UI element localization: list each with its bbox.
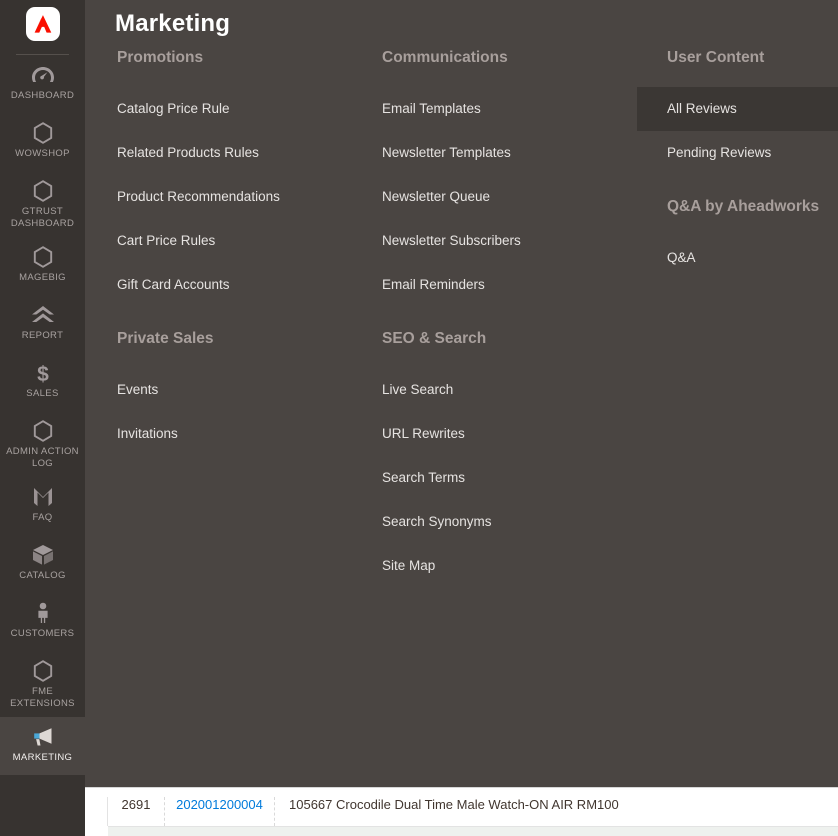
table-row[interactable]: 2691 202001200004 105667 Crocodile Dual … <box>85 788 838 826</box>
hexagon-icon <box>33 122 53 144</box>
sidebar-item-label: FAQ <box>32 512 53 523</box>
sidebar-item-report[interactable]: Report <box>0 295 85 353</box>
grid-footer <box>108 826 838 836</box>
sidebar-item-label: Customers <box>10 628 75 639</box>
menu-item[interactable]: Site Map <box>380 544 630 588</box>
sidebar-item-label: Report <box>21 330 64 341</box>
menu-item[interactable]: Newsletter Templates <box>380 131 630 175</box>
sidebar-item-fme-extensions[interactable]: FME Extensions <box>0 651 85 717</box>
menu-group-title: Communications <box>382 49 508 66</box>
page-title: Marketing <box>115 10 231 37</box>
dollar-icon: $ <box>35 362 51 384</box>
sidebar-item-dashboard[interactable]: Dashboard <box>0 55 85 113</box>
menu-item[interactable]: URL Rewrites <box>380 412 630 456</box>
menu-item[interactable]: Catalog Price Rule <box>115 87 365 131</box>
svg-text:$: $ <box>37 363 49 384</box>
hexagon-icon <box>33 180 53 202</box>
sidebar-item-faq[interactable]: FAQ <box>0 477 85 535</box>
sidebar-item-label: Wowshop <box>15 148 70 159</box>
person-icon <box>35 602 51 624</box>
sidebar-item-gtrust-dashboard[interactable]: Gtrust Dashboard <box>0 171 85 237</box>
sidebar-item-label: Sales <box>26 388 59 399</box>
menu-group: SEO & Search Live Search URL Rewrites Searc… <box>380 329 630 588</box>
product-grid: 2691 202001200004 105667 Crocodile Dual … <box>85 787 838 836</box>
menu-item[interactable]: Email Reminders <box>380 263 630 307</box>
box-icon <box>31 544 55 566</box>
sidebar-item-magebig[interactable]: Magebig <box>0 237 85 295</box>
row-select-cell[interactable] <box>85 797 108 826</box>
sidebar-item-admin-action-log[interactable]: Admin Action Log <box>0 411 85 477</box>
sidebar-item-label: FME Extensions <box>10 686 75 709</box>
menu-item[interactable]: Gift Card Accounts <box>115 263 365 307</box>
sidebar-item-label: Magebig <box>19 272 66 283</box>
menu-group: Promotions Catalog Price Rule Related Prod… <box>115 48 365 307</box>
menu-group-title: User Content <box>667 49 765 66</box>
row-name-cell: 105667 Crocodile Dual Time Male Watch-ON… <box>289 797 619 812</box>
menu-group-title: Q&A by Aheadworks <box>667 198 820 215</box>
menu-group-title: Promotions <box>117 49 204 66</box>
row-sku-cell[interactable]: 202001200004 <box>165 797 275 826</box>
menu-group: Private Sales Events Invitations <box>115 329 365 456</box>
hexagon-icon <box>33 660 53 682</box>
sidebar-item-label: Catalog <box>19 570 66 581</box>
menu-item[interactable]: Related Products Rules <box>115 131 365 175</box>
hexagon-icon <box>33 420 53 442</box>
menu-item[interactable]: Email Templates <box>380 87 630 131</box>
sidebar-item-sales[interactable]: $ Sales <box>0 353 85 411</box>
sidebar-item-label: Admin Action Log <box>6 446 79 469</box>
admin-page: 2691 202001200004 105667 Crocodile Dual … <box>0 0 838 836</box>
megaphone-icon <box>30 726 56 748</box>
adobe-commerce-logo <box>25 7 60 41</box>
menu-group: User Content All Reviews Pending Reviews <box>637 48 838 175</box>
chevron-stack-icon <box>31 304 55 326</box>
menu-group: Communications Email Templates Newsletter … <box>380 48 630 307</box>
menu-item[interactable]: Cart Price Rules <box>115 219 365 263</box>
menu-columns: Promotions Catalog Price Rule Related Prod… <box>85 48 838 787</box>
sidebar-item-marketing[interactable]: Marketing <box>0 717 85 775</box>
menu-item[interactable]: Q&A <box>637 236 838 280</box>
m-letter-icon <box>32 486 54 508</box>
row-id-cell: 2691 <box>108 797 165 826</box>
marketing-flyout-panel: Marketing Promotions Catalog Price Rule Re… <box>85 0 838 787</box>
menu-column-2: Communications Email Templates Newsletter … <box>380 48 630 610</box>
menu-item[interactable]: Newsletter Queue <box>380 175 630 219</box>
menu-item[interactable]: Invitations <box>115 412 365 456</box>
sidebar-item-wowshop[interactable]: Wowshop <box>0 113 85 171</box>
menu-item[interactable]: All Reviews <box>637 87 838 131</box>
menu-group: Q&A by Aheadworks Q&A <box>637 197 838 280</box>
logo-container[interactable] <box>0 0 85 48</box>
sidebar-item-label: Marketing <box>12 752 73 763</box>
sidebar-item-catalog[interactable]: Catalog <box>0 535 85 593</box>
menu-item[interactable]: Newsletter Subscribers <box>380 219 630 263</box>
menu-item[interactable]: Product Recommendations <box>115 175 365 219</box>
hexagon-icon <box>33 246 53 268</box>
menu-item[interactable]: Events <box>115 368 365 412</box>
gauge-icon <box>31 64 55 86</box>
sidebar-item-list: Dashboard Wowshop Gtrust Dashboard Magebig R… <box>0 55 85 775</box>
menu-column-3: User Content All Reviews Pending Reviews Q&… <box>637 48 838 302</box>
menu-group-title: Private Sales <box>117 330 214 347</box>
menu-item[interactable]: Live Search <box>380 368 630 412</box>
sidebar-item-customers[interactable]: Customers <box>0 593 85 651</box>
menu-item[interactable]: Search Synonyms <box>380 500 630 544</box>
admin-sidebar: Dashboard Wowshop Gtrust Dashboard Magebig R… <box>0 0 85 836</box>
menu-column-1: Promotions Catalog Price Rule Related Prod… <box>115 48 365 478</box>
menu-group-title: SEO & Search <box>382 330 487 347</box>
menu-item[interactable]: Search Terms <box>380 456 630 500</box>
sidebar-item-label: Gtrust Dashboard <box>10 206 75 229</box>
sidebar-item-label: Dashboard <box>10 90 75 101</box>
menu-item[interactable]: Pending Reviews <box>637 131 838 175</box>
